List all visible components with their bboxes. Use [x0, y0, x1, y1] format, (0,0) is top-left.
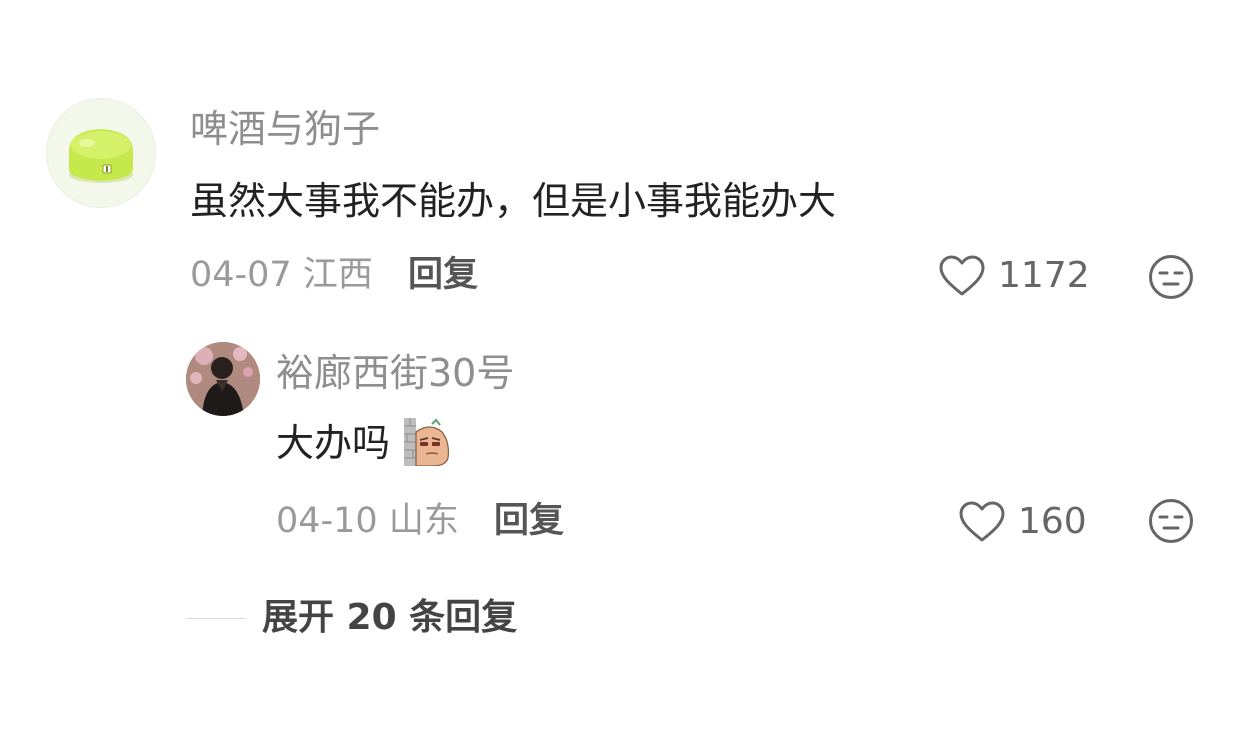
peeking-sticker-icon — [404, 418, 452, 466]
green-toy-avatar-icon — [69, 129, 133, 183]
reply-reply-button[interactable]: 回复 — [494, 504, 564, 539]
comment-like-count: 1172 — [998, 255, 1090, 296]
person-photo-avatar-icon — [186, 342, 260, 416]
reply-location: 山东 — [388, 501, 459, 541]
reply-avatar[interactable] — [186, 342, 260, 416]
heart-outline-icon[interactable] — [958, 500, 1006, 544]
comment-username[interactable]: 啤酒与狗子 — [190, 110, 380, 148]
reply-text: 大办吗 — [276, 421, 391, 465]
comment-location: 江西 — [302, 255, 373, 295]
reply-date: 04-10 — [276, 501, 378, 541]
expand-replies-button[interactable]: 展开 20 条回复 — [262, 600, 517, 636]
comment-date: 04-07 — [190, 255, 292, 295]
comment-reply-button[interactable]: 回复 — [408, 258, 478, 293]
reply-text-row: 大办吗 — [276, 424, 390, 462]
comment-avatar[interactable] — [46, 98, 156, 208]
reply-meta: 04-10 山东 — [276, 504, 459, 539]
reply-like-count: 160 — [1018, 501, 1087, 542]
reply-username[interactable]: 裕廊西街30号 — [276, 354, 514, 392]
unamused-face-icon[interactable] — [1148, 254, 1194, 300]
expand-divider — [186, 618, 246, 619]
unamused-face-icon[interactable] — [1148, 498, 1194, 544]
comment-text: 虽然大事我不能办，但是小事我能办大 — [190, 179, 837, 223]
comment-meta: 04-07 江西 — [190, 258, 373, 293]
heart-outline-icon[interactable] — [938, 254, 986, 298]
